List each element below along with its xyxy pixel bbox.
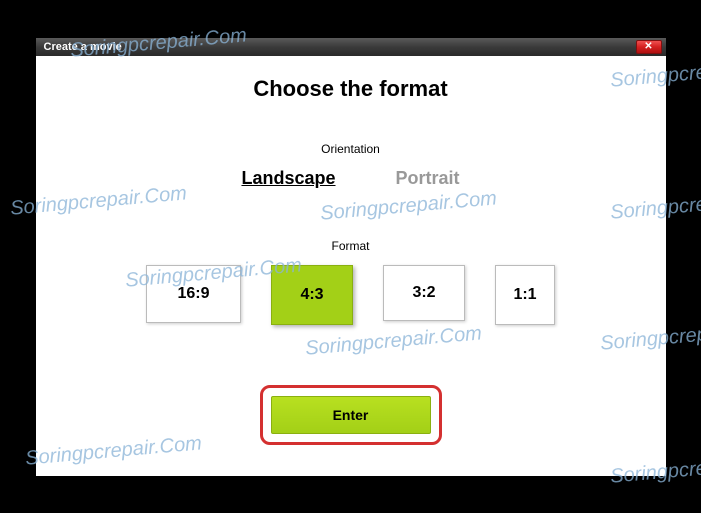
enter-highlight: Enter <box>260 385 442 445</box>
close-icon: ✕ <box>644 42 652 52</box>
dialog-heading: Choose the format <box>66 76 636 102</box>
close-button[interactable]: ✕ <box>636 40 662 54</box>
orientation-landscape[interactable]: Landscape <box>241 168 335 189</box>
orientation-portrait[interactable]: Portrait <box>396 168 460 189</box>
format-tile-16-9[interactable]: 16:9 <box>146 265 241 323</box>
window-title: Create a movie <box>44 41 122 53</box>
actions-row: Enter <box>66 385 636 445</box>
format-label: Format <box>66 239 636 253</box>
orientation-options: Landscape Portrait <box>66 168 636 189</box>
format-tile-4-3[interactable]: 4:3 <box>271 265 353 325</box>
format-tile-3-2[interactable]: 3:2 <box>383 265 465 321</box>
orientation-label: Orientation <box>66 142 636 156</box>
enter-button[interactable]: Enter <box>271 396 431 434</box>
dialog-create-movie: Create a movie ✕ Choose the format Orien… <box>36 38 666 476</box>
title-bar: Create a movie ✕ <box>36 38 666 56</box>
format-options: 16:9 4:3 3:2 1:1 <box>66 265 636 325</box>
format-tile-1-1[interactable]: 1:1 <box>495 265 555 325</box>
dialog-body: Choose the format Orientation Landscape … <box>36 56 666 476</box>
